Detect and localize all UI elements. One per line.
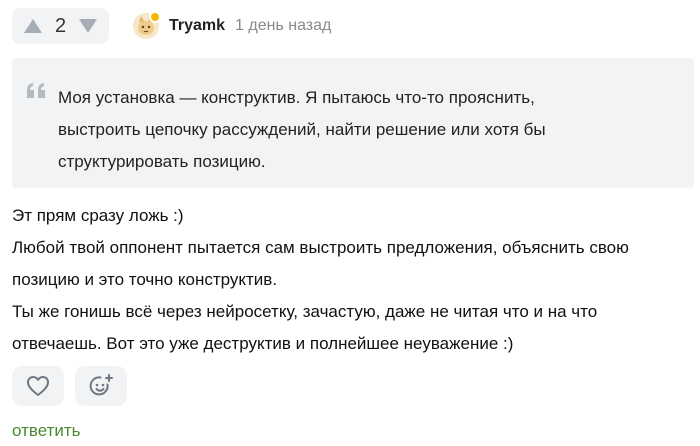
add-reaction-button[interactable] <box>75 366 127 406</box>
triangle-down-icon <box>79 19 97 33</box>
reply-link[interactable]: ответить <box>12 420 81 442</box>
quote-text: Моя установка — конструктив. Я пытаюсь ч… <box>58 82 680 178</box>
comment-actions <box>12 366 127 406</box>
vote-widget: 2 <box>12 8 109 44</box>
add-emoji-icon <box>89 374 113 396</box>
triangle-up-icon <box>24 19 42 33</box>
body-line: отвечаешь. Вот это уже деструктив и полн… <box>12 334 514 353</box>
like-button[interactable] <box>12 366 64 406</box>
body-line: Эт прям сразу ложь :) <box>12 206 184 225</box>
body-line: позицию и это точно конструктив. <box>12 270 278 289</box>
quote-line: Моя установка — конструктив. Я пытаюсь ч… <box>58 88 535 107</box>
comment-body: Эт прям сразу ложь :) Любой твой оппонен… <box>12 200 694 360</box>
body-line: Ты же гонишь всё через нейросетку, зачас… <box>12 302 598 321</box>
upvote-button[interactable] <box>22 15 44 37</box>
avatar[interactable] <box>133 11 161 39</box>
username[interactable]: Tryamk <box>169 17 225 35</box>
online-status-dot <box>149 11 161 23</box>
vote-count: 2 <box>54 15 67 37</box>
body-line: Любой твой оппонент пытается сам выстрои… <box>12 238 629 257</box>
quote-line: выстроить цепочку рассуждений, найти реш… <box>58 120 546 139</box>
timestamp[interactable]: 1 день назад <box>235 17 331 35</box>
quote-icon <box>26 82 48 103</box>
quote-line: структурировать позицию. <box>58 152 266 171</box>
comment-header: 2 Tryamk 1 день назад <box>12 8 331 44</box>
quote-block: Моя установка — конструктив. Я пытаюсь ч… <box>12 58 694 188</box>
downvote-button[interactable] <box>77 15 99 37</box>
heart-icon <box>27 376 49 396</box>
